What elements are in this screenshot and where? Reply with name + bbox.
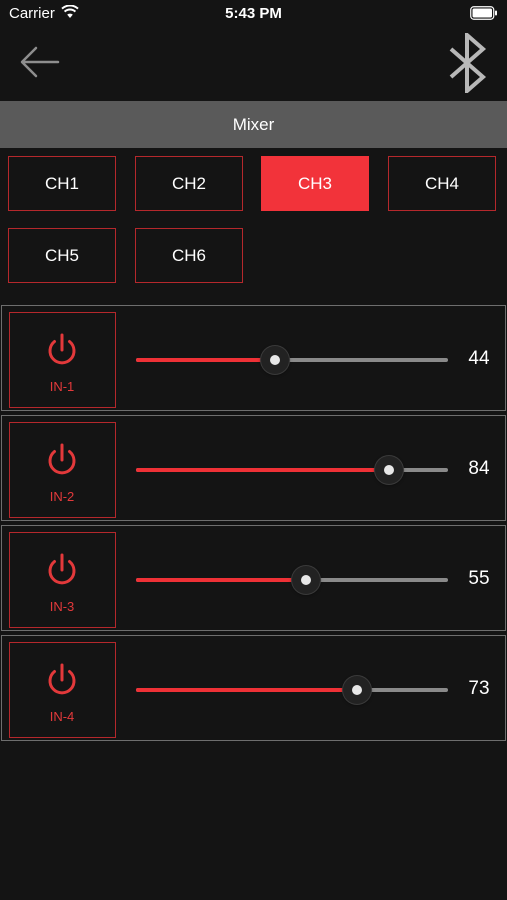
power-button[interactable]: IN-3 (9, 532, 116, 628)
slider-fill (136, 468, 389, 472)
input-strip: IN-3 55 (1, 525, 506, 631)
channel-button-ch4[interactable]: CH4 (388, 156, 496, 211)
power-icon (48, 333, 76, 365)
power-button[interactable]: IN-2 (9, 422, 116, 518)
channel-button-ch2[interactable]: CH2 (135, 156, 243, 211)
slider-thumb[interactable] (260, 346, 289, 374)
power-button[interactable]: IN-4 (9, 642, 116, 738)
slider-fill (136, 578, 307, 582)
page-title: Mixer (0, 101, 507, 148)
input-strip: IN-1 44 (1, 305, 506, 411)
bluetooth-button[interactable] (445, 30, 493, 96)
slider-fill (136, 688, 358, 692)
channel-button-ch6[interactable]: CH6 (135, 228, 243, 283)
nav-bar (0, 28, 507, 100)
input-label: IN-4 (49, 709, 75, 724)
power-icon (48, 663, 76, 695)
input-strip: IN-2 84 (1, 415, 506, 521)
level-slider[interactable] (136, 676, 448, 704)
input-label: IN-1 (49, 379, 75, 394)
input-label: IN-2 (49, 489, 75, 504)
slider-thumb[interactable] (343, 676, 372, 704)
back-button[interactable] (18, 44, 62, 80)
input-strip: IN-4 73 (1, 635, 506, 741)
slider-thumb[interactable] (292, 566, 321, 594)
slider-fill (136, 358, 275, 362)
level-value: 73 (468, 678, 490, 699)
level-value: 44 (468, 348, 490, 369)
bluetooth-icon (449, 30, 487, 96)
battery-icon (470, 6, 497, 20)
channel-button-ch5[interactable]: CH5 (8, 228, 116, 283)
channel-button-ch1[interactable]: CH1 (8, 156, 116, 211)
power-button[interactable]: IN-1 (9, 312, 116, 408)
status-time: 5:43 PM (225, 5, 282, 22)
status-bar: Carrier 5:43 PM (0, 0, 507, 28)
power-icon (48, 443, 76, 475)
level-value: 55 (468, 568, 490, 589)
level-slider[interactable] (136, 456, 448, 484)
power-icon (48, 553, 76, 585)
input-label: IN-3 (49, 599, 75, 614)
channel-button-ch3[interactable]: CH3 (261, 156, 369, 211)
level-slider[interactable] (136, 346, 448, 374)
level-value: 84 (468, 458, 490, 479)
arrow-left-icon (20, 46, 60, 78)
level-slider[interactable] (136, 566, 448, 594)
slider-thumb[interactable] (374, 456, 403, 484)
